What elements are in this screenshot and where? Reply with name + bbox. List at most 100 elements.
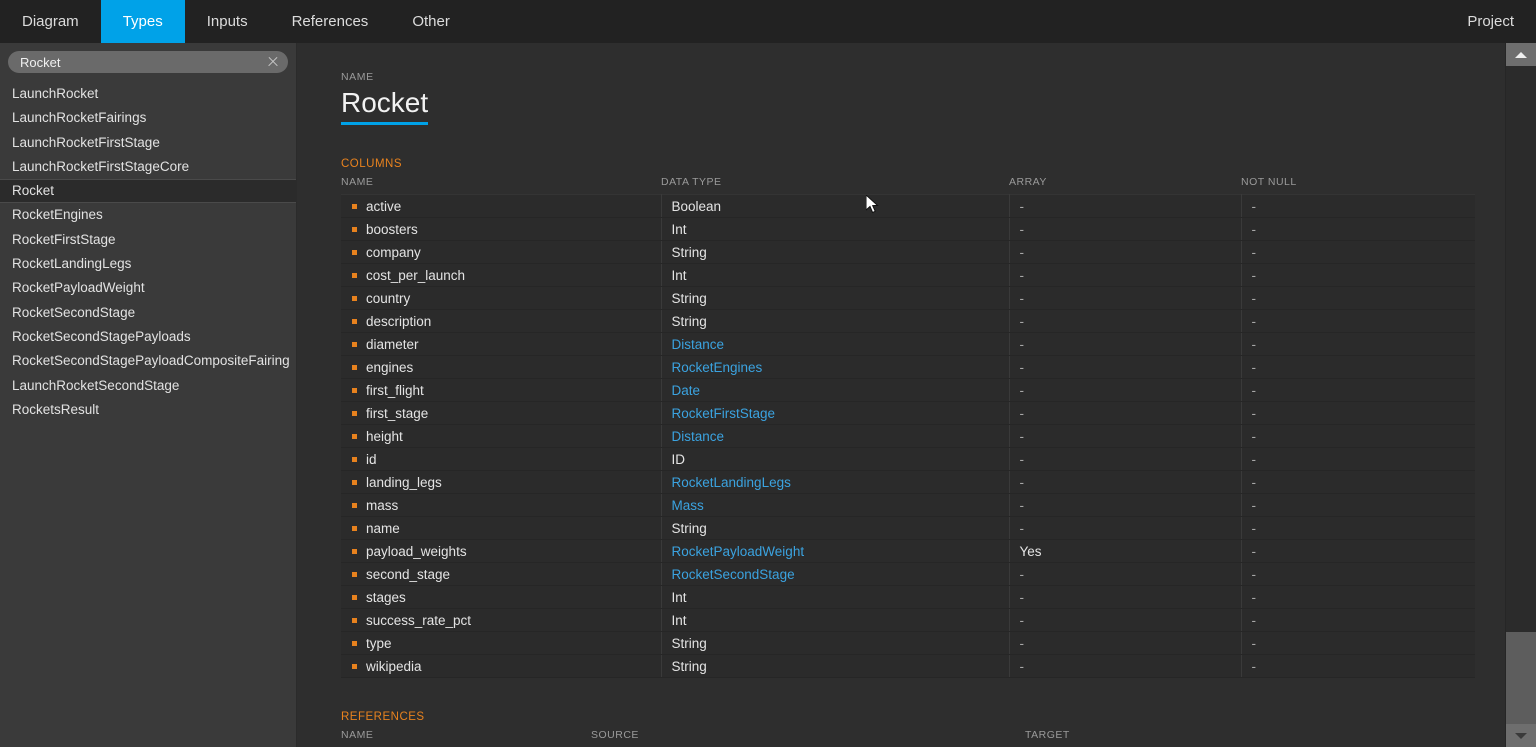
type-link[interactable]: Mass: [672, 498, 704, 513]
sidebar-item-rocketengines[interactable]: RocketEngines: [0, 203, 296, 227]
column-name-text: boosters: [366, 222, 418, 237]
type-link[interactable]: RocketSecondStage: [672, 567, 795, 582]
table-row[interactable]: massMass--: [341, 494, 1475, 517]
cell-datatype: String: [661, 310, 1009, 333]
type-link[interactable]: RocketFirstStage: [672, 406, 776, 421]
sidebar-item-rocketsecondstagepayloads[interactable]: RocketSecondStagePayloads: [0, 325, 296, 349]
array-text: -: [1020, 406, 1025, 421]
cell-notnull: -: [1241, 448, 1475, 471]
table-row[interactable]: heightDistance--: [341, 425, 1475, 448]
cell-array: -: [1009, 333, 1241, 356]
sidebar-item-rocketsresult[interactable]: RocketsResult: [0, 398, 296, 422]
table-row[interactable]: countryString--: [341, 287, 1475, 310]
sidebar-item-launchrocketsecondstage[interactable]: LaunchRocketSecondStage: [0, 374, 296, 398]
cell-datatype: String: [661, 287, 1009, 310]
table-row[interactable]: enginesRocketEngines--: [341, 356, 1475, 379]
type-link[interactable]: Date: [672, 383, 701, 398]
notnull-text: -: [1252, 544, 1257, 559]
sidebar-item-rocketsecondstagepayloadcompositefairing[interactable]: RocketSecondStagePayloadCompositeFairing: [0, 349, 296, 373]
notnull-text: -: [1252, 222, 1257, 237]
bullet-icon: [352, 227, 357, 232]
sidebar-item-launchrocket[interactable]: LaunchRocket: [0, 82, 296, 106]
sidebar-item-label: RocketSecondStage: [12, 305, 135, 320]
table-row[interactable]: landing_legsRocketLandingLegs--: [341, 471, 1475, 494]
array-text: -: [1020, 590, 1025, 605]
array-text: -: [1020, 636, 1025, 651]
table-row[interactable]: second_stage RocketSecondStage --: [341, 563, 1475, 586]
type-link[interactable]: RocketPayloadWeight: [672, 544, 805, 559]
cell-datatype: Int: [661, 609, 1009, 632]
type-link[interactable]: RocketEngines: [672, 360, 763, 375]
scroll-down-button[interactable]: [1506, 724, 1536, 747]
array-text: -: [1020, 659, 1025, 674]
cell-array: -: [1009, 402, 1241, 425]
cell-array: -: [1009, 563, 1241, 586]
search-container: [0, 51, 296, 80]
table-row[interactable]: wikipediaString--: [341, 655, 1475, 678]
table-row[interactable]: success_rate_pctInt--: [341, 609, 1475, 632]
sidebar-item-rocketlandinglegs[interactable]: RocketLandingLegs: [0, 252, 296, 276]
type-link[interactable]: Distance: [672, 337, 725, 352]
bullet-icon: [352, 641, 357, 646]
tab-references[interactable]: References: [270, 0, 391, 43]
cell-notnull: -: [1241, 287, 1475, 310]
column-name-text: second_stage: [366, 567, 450, 582]
type-link[interactable]: RocketLandingLegs: [672, 475, 791, 490]
app-body: LaunchRocket LaunchRocketFairings LaunchRo…: [0, 43, 1536, 747]
sidebar-item-label: LaunchRocket: [12, 86, 98, 101]
datatype-text: ID: [672, 452, 686, 467]
table-row[interactable]: idID--: [341, 448, 1475, 471]
vertical-scrollbar[interactable]: [1505, 43, 1536, 747]
scrollbar-track[interactable]: [1506, 66, 1536, 724]
search-input[interactable]: [20, 51, 266, 73]
cell-datatype: RocketEngines: [661, 356, 1009, 379]
array-text: -: [1020, 383, 1025, 398]
column-name-text: id: [366, 452, 377, 467]
cell-array: Yes: [1009, 540, 1241, 563]
cell-notnull: -: [1241, 563, 1475, 586]
table-row[interactable]: nameString--: [341, 517, 1475, 540]
table-row[interactable]: cost_per_launchInt--: [341, 264, 1475, 287]
table-row[interactable]: diameterDistance--: [341, 333, 1475, 356]
table-row[interactable]: payload_weightsRocketPayloadWeightYes-: [341, 540, 1475, 563]
table-row[interactable]: first_stageRocketFirstStage--: [341, 402, 1475, 425]
search-box[interactable]: [8, 51, 288, 73]
close-icon[interactable]: [266, 55, 280, 69]
scrollbar-thumb[interactable]: [1506, 632, 1536, 724]
cell-notnull: -: [1241, 471, 1475, 494]
sidebar-item-launchrocketfirststage[interactable]: LaunchRocketFirstStage: [0, 131, 296, 155]
cell-notnull: -: [1241, 632, 1475, 655]
table-row[interactable]: activeBoolean--: [341, 195, 1475, 218]
table-row[interactable]: companyString--: [341, 241, 1475, 264]
type-link[interactable]: Distance: [672, 429, 725, 444]
project-menu[interactable]: Project: [1445, 0, 1536, 43]
sidebar-item-launchrocketfairings[interactable]: LaunchRocketFairings: [0, 106, 296, 130]
sidebar-item-launchrocketfirststagecore[interactable]: LaunchRocketFirstStageCore: [0, 155, 296, 179]
sidebar-item-rocketfirststage[interactable]: RocketFirstStage: [0, 228, 296, 252]
cell-array: -: [1009, 425, 1241, 448]
table-row[interactable]: first_flightDate--: [341, 379, 1475, 402]
sidebar-item-rocket[interactable]: Rocket: [0, 179, 296, 203]
tab-types[interactable]: Types: [101, 0, 185, 43]
sidebar-item-rocketpayloadweight[interactable]: RocketPayloadWeight: [0, 276, 296, 300]
table-row[interactable]: boostersInt--: [341, 218, 1475, 241]
tab-diagram[interactable]: Diagram: [0, 0, 101, 43]
table-row[interactable]: stagesInt--: [341, 586, 1475, 609]
table-row[interactable]: typeString--: [341, 632, 1475, 655]
scroll-up-button[interactable]: [1506, 43, 1536, 66]
cell-name: mass: [341, 494, 661, 517]
references-header-target: TARGET: [1025, 729, 1475, 747]
notnull-text: -: [1252, 452, 1257, 467]
tab-inputs[interactable]: Inputs: [185, 0, 270, 43]
table-row[interactable]: descriptionString--: [341, 310, 1475, 333]
tab-other[interactable]: Other: [390, 0, 472, 43]
cell-notnull: -: [1241, 241, 1475, 264]
bullet-icon: [352, 618, 357, 623]
cell-name: description: [341, 310, 661, 333]
column-name-text: engines: [366, 360, 413, 375]
references-table: NAME SOURCE TARGET Rocket.LaunchRocketRo…: [341, 729, 1475, 747]
sidebar-item-rocketsecondstage[interactable]: RocketSecondStage: [0, 301, 296, 325]
cell-datatype: ID: [661, 448, 1009, 471]
bullet-icon: [352, 388, 357, 393]
sidebar-item-label: LaunchRocketFirstStage: [12, 135, 160, 150]
